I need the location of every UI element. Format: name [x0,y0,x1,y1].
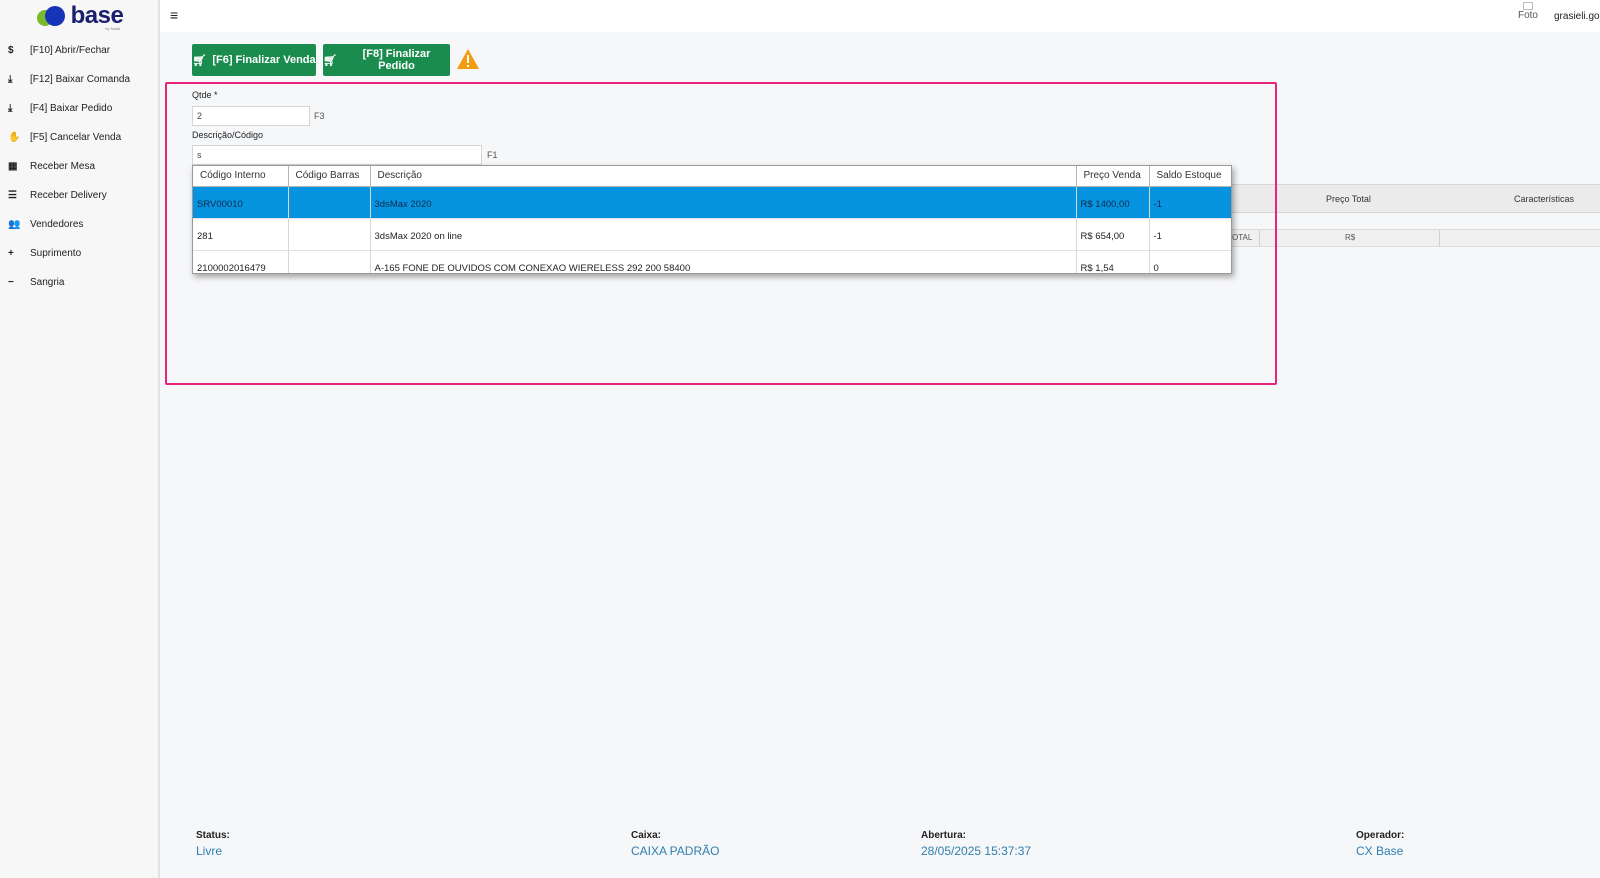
sidebar-item-label: [F10] Abrir/Fechar [30,45,111,56]
minus-icon: − [8,277,14,288]
cart-icon: 🛒︎ [192,54,207,67]
autocomplete-column-header[interactable]: Saldo Estoque [1149,166,1231,187]
autocomplete-column-header[interactable]: Preço Venda [1076,166,1150,187]
finalizar-pedido-button[interactable]: 🛒︎ [F8] Finalizar Pedido [323,44,450,76]
autocomplete-row[interactable]: SRV00010 3dsMax 2020 R$ 1400,00 -1 [193,186,1231,219]
broken-image-icon [1522,2,1533,10]
user-photo-alt: Foto [1517,10,1538,21]
logo-byline: by Natal [105,26,120,31]
sidebar-item-label: [F4] Baixar Pedido [30,103,113,114]
sidebar: base by Natal $ [F10] Abrir/Fechar ⤓ [F12] … [0,0,160,878]
list-icon: ☰ [8,190,17,201]
autocomplete-row[interactable]: 281 3dsMax 2020 on line R$ 654,00 -1 [193,218,1231,251]
autocomplete-cell-saldo: 0 [1149,250,1231,273]
logo-mark [35,5,67,27]
plus-icon: + [8,248,14,259]
status-value: Livre [196,844,223,858]
sidebar-item-label: [F5] Cancelar Venda [30,132,122,143]
status-block: Status: Livre [196,830,230,858]
column-caracteristicas: Características [1514,194,1575,204]
sidebar-item[interactable]: + Suprimento [0,239,158,268]
qtde-label: Qtde * [192,90,218,100]
qtde-shortcut-hint: F3 [314,111,325,121]
brand-logo[interactable]: base by Natal [0,0,158,32]
caixa-label: Caixa: [631,830,662,841]
autocomplete-cell-codigo-interno: 2100002016479 [193,250,289,273]
items-table-header: Preço Total Características [1232,184,1600,213]
total-currency: R$ [1345,233,1356,242]
topbar: ≡ Foto grasieli.gomes [160,0,1600,32]
sidebar-item[interactable]: ⤓ [F12] Baixar Comanda [0,65,158,94]
autocomplete-cell-codigo-interno: SRV00010 [193,186,289,219]
autocomplete-cell-descricao: 3dsMax 2020 [370,186,1077,219]
descricao-input[interactable] [192,145,482,165]
autocomplete-cell-preco: R$ 654,00 [1076,218,1150,251]
autocomplete-column-header[interactable]: Código Interno [193,166,289,187]
sidebar-item-label: Suprimento [30,248,82,259]
thumbs-down-icon: ✋ [8,132,21,143]
autocomplete-cell-codigo-barras [288,186,371,219]
cart-icon: 🛒︎ [323,54,337,67]
caixa-block: Caixa: CAIXA PADRÃO [631,830,719,858]
sidebar-item-label: Vendedores [30,219,84,230]
autocomplete-cell-codigo-interno: 281 [193,218,289,251]
autocomplete-cell-codigo-barras [288,250,371,273]
autocomplete-cell-descricao: A-165 FONE DE OUVIDOS COM CONEXAO WIEREL… [370,250,1077,273]
autocomplete-cell-descricao: 3dsMax 2020 on line [370,218,1077,251]
column-preco-total: Preço Total [1326,194,1371,204]
autocomplete-column-header[interactable]: Código Barras [288,166,371,187]
abertura-value: 28/05/2025 15:37:37 [921,844,1032,858]
sidebar-item[interactable]: − Sangria [0,268,158,297]
username[interactable]: grasieli.gomes [1554,11,1600,22]
operador-value: CX Base [1356,844,1404,858]
sidebar-item[interactable]: ▦ Receber Mesa [0,152,158,181]
autocomplete-cell-saldo: -1 [1149,218,1231,251]
users-icon: 👥 [8,219,21,230]
status-label: Status: [196,830,230,841]
autocomplete-column-header[interactable]: Descrição [370,166,1077,187]
autocomplete-header: Código Interno Código Barras Descrição Preç… [193,166,1231,187]
grid-icon: ▦ [8,161,18,172]
abertura-block: Abertura: 28/05/2025 15:37:37 [921,830,1031,858]
sidebar-item[interactable]: ☰ Receber Delivery [0,181,158,210]
abertura-label: Abertura: [921,830,967,841]
sidebar-menu: $ [F10] Abrir/Fechar ⤓ [F12] Baixar Comanda… [0,36,158,297]
sidebar-item-label: Receber Delivery [30,190,107,201]
download-icon: ⤓ [8,103,13,114]
autocomplete-cell-saldo: -1 [1149,186,1231,219]
sidebar-item[interactable]: ⤓ [F4] Baixar Pedido [0,94,158,123]
sidebar-item[interactable]: ✋ [F5] Cancelar Venda [0,123,158,152]
finalizar-venda-button[interactable]: 🛒︎ [F6] Finalizar Venda [192,44,316,76]
user-photo[interactable]: Foto [1518,2,1538,21]
autocomplete-cell-codigo-barras [288,218,371,251]
hamburger-menu-icon[interactable]: ≡ [170,7,178,23]
operador-block: Operador: CX Base [1356,830,1404,858]
sidebar-item[interactable]: $ [F10] Abrir/Fechar [0,36,158,65]
dollar-icon: $ [8,45,14,56]
autocomplete-row[interactable]: 2100002016479 A-165 FONE DE OUVIDOS COM C… [193,250,1231,273]
finalizar-venda-label: [F6] Finalizar Venda [212,54,316,66]
caixa-value: CAIXA PADRÃO [631,844,720,858]
sidebar-item[interactable]: 👥 Vendedores [0,210,158,239]
download-icon: ⤓ [8,74,13,85]
operador-label: Operador: [1356,830,1405,841]
sidebar-item-label: Receber Mesa [30,161,96,172]
sidebar-item-label: Sangria [30,277,65,288]
finalizar-pedido-label: [F8] Finalizar Pedido [362,48,431,72]
descricao-label: Descrição/Código [192,130,264,140]
autocomplete-cell-preco: R$ 1,54 [1076,250,1150,273]
sidebar-item-label: [F12] Baixar Comanda [30,74,131,85]
autocomplete-cell-preco: R$ 1400,00 [1076,186,1150,219]
warning-icon[interactable] [456,48,480,70]
qtde-input[interactable] [192,106,310,126]
product-autocomplete: Código Interno Código Barras Descrição Preç… [192,165,1232,274]
descricao-shortcut-hint: F1 [487,150,498,160]
